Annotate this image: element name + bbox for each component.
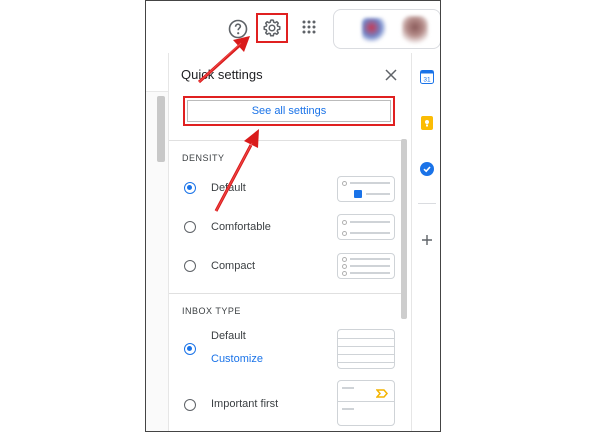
keep-icon[interactable] (420, 116, 434, 130)
settings-gear-button[interactable] (256, 13, 288, 43)
blurred-logo (362, 18, 386, 42)
help-icon[interactable] (228, 19, 248, 39)
density-compact-thumbnail[interactable] (337, 253, 395, 279)
account-area[interactable] (333, 9, 440, 49)
quick-settings-panel: Quick settings See all settings DENSITY … (168, 53, 412, 431)
customize-link[interactable]: Customize (211, 353, 263, 365)
file-icon (354, 190, 362, 198)
inbox-important-first-thumbnail[interactable] (337, 380, 395, 426)
avatar[interactable] (402, 16, 428, 44)
density-default-thumbnail[interactable] (337, 176, 395, 202)
calendar-icon[interactable]: 31 (420, 70, 434, 84)
calendar-day: 31 (423, 77, 431, 84)
density-default-label[interactable]: Default (211, 182, 246, 194)
inbox-important-first-radio[interactable] (184, 399, 196, 411)
important-marker-icon (376, 389, 388, 398)
density-comfortable-label[interactable]: Comfortable (211, 221, 271, 233)
divider (169, 140, 401, 141)
inbox-default-thumbnail[interactable] (337, 329, 395, 369)
divider (169, 293, 401, 294)
inbox-default-label[interactable]: Default (211, 330, 246, 342)
inbox-important-first-label[interactable]: Important first (211, 398, 278, 410)
density-comfortable-radio[interactable] (184, 221, 196, 233)
density-comfortable-thumbnail[interactable] (337, 214, 395, 240)
density-compact-label[interactable]: Compact (211, 260, 255, 272)
close-icon[interactable] (385, 69, 397, 81)
apps-grid-icon[interactable] (302, 20, 316, 34)
gear-icon (263, 19, 281, 37)
panel-title: Quick settings (181, 67, 263, 82)
side-panel-rail: 31 (412, 53, 440, 431)
density-compact-radio[interactable] (184, 260, 196, 272)
see-all-settings-button[interactable]: See all settings (183, 96, 395, 126)
density-default-radio[interactable] (184, 182, 196, 194)
density-heading: DENSITY (182, 153, 225, 163)
add-icon[interactable] (420, 233, 434, 247)
tasks-icon[interactable] (420, 162, 434, 176)
inbox-scrollbar[interactable] (157, 96, 165, 162)
inbox-type-heading: INBOX TYPE (182, 306, 241, 316)
see-all-label: See all settings (251, 105, 327, 117)
panel-scrollbar[interactable] (401, 139, 407, 319)
rail-divider (418, 203, 436, 204)
inbox-default-radio[interactable] (184, 343, 196, 355)
screenshot-frame: Quick settings See all settings DENSITY … (145, 0, 441, 432)
